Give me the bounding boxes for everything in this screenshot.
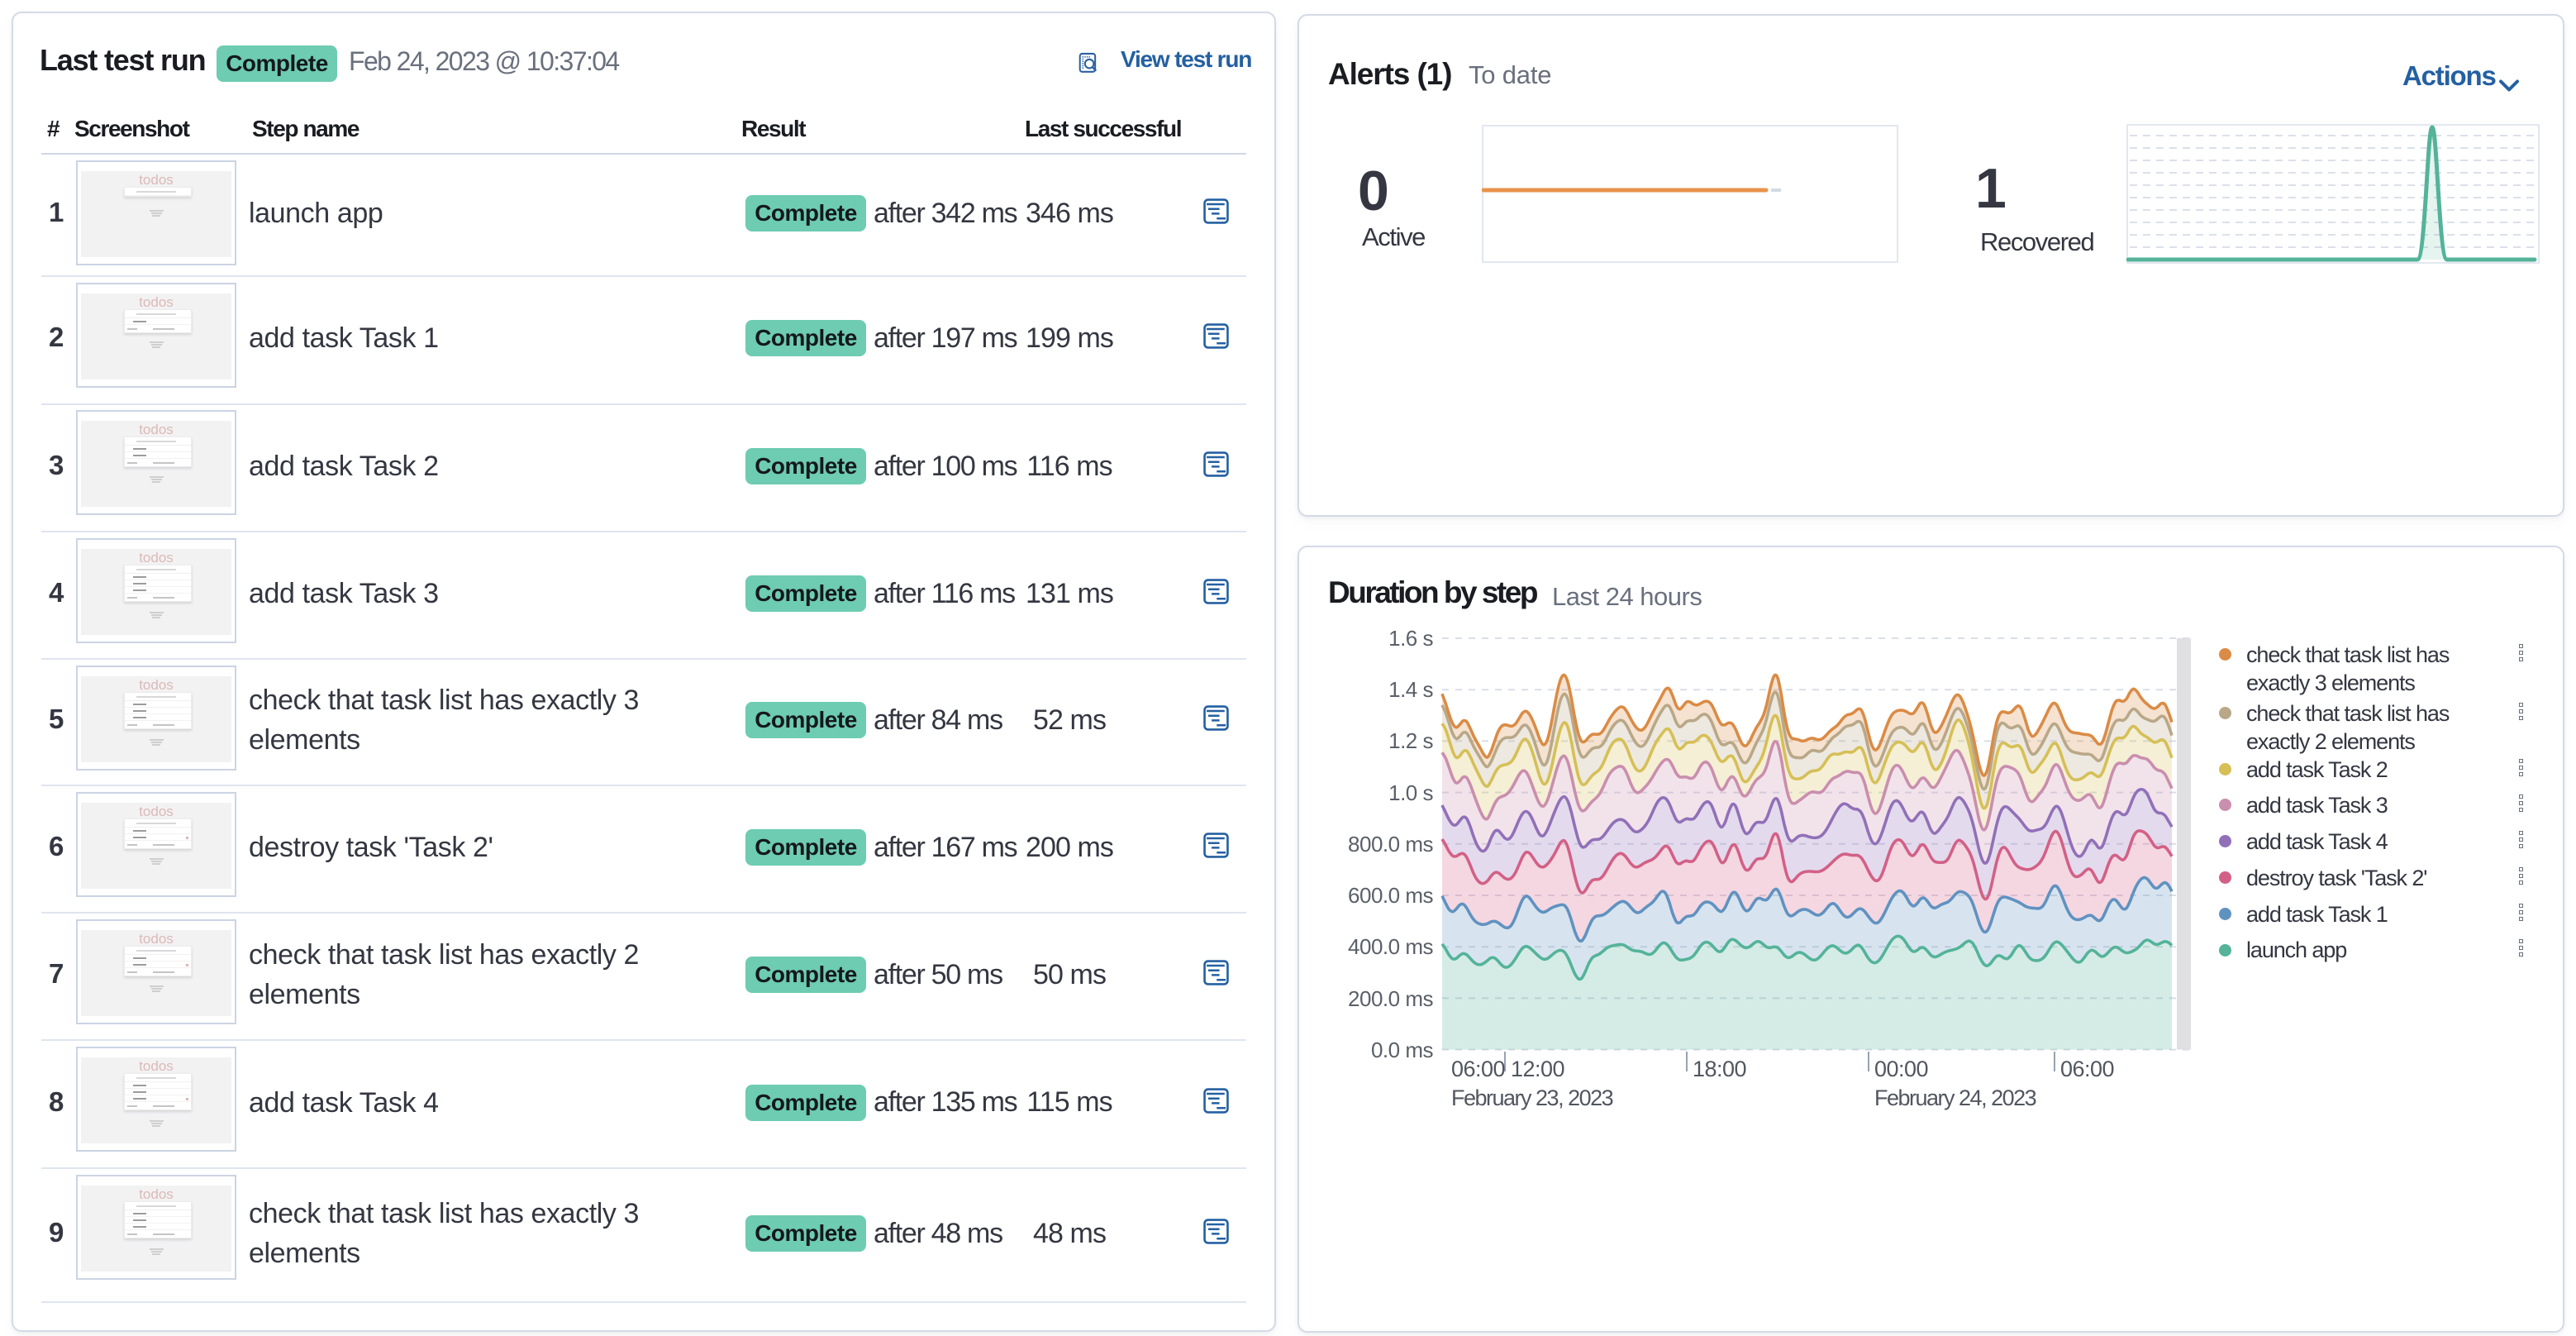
svg-text:February 24, 2023: February 24, 2023 [1874, 1086, 2036, 1110]
svg-text:800.0 ms: 800.0 ms [1348, 832, 1433, 856]
svg-text:18:00: 18:00 [1693, 1057, 1746, 1081]
svg-text:1.4 s: 1.4 s [1388, 677, 1433, 702]
svg-text:1.0 s: 1.0 s [1388, 780, 1433, 805]
svg-text:0.0 ms: 0.0 ms [1371, 1038, 1434, 1062]
svg-text:February 23, 2023: February 23, 2023 [1451, 1086, 1613, 1110]
svg-text:400.0 ms: 400.0 ms [1348, 934, 1433, 959]
svg-text:06:00: 06:00 [1451, 1057, 1505, 1081]
svg-text:1.6 s: 1.6 s [1388, 626, 1433, 651]
svg-text:00:00: 00:00 [1874, 1057, 1928, 1081]
svg-text:12:00: 12:00 [1511, 1057, 1564, 1081]
svg-text:200.0 ms: 200.0 ms [1348, 986, 1433, 1011]
svg-text:06:00: 06:00 [2060, 1057, 2114, 1081]
svg-text:600.0 ms: 600.0 ms [1348, 883, 1433, 908]
svg-text:1.2 s: 1.2 s [1388, 728, 1433, 753]
